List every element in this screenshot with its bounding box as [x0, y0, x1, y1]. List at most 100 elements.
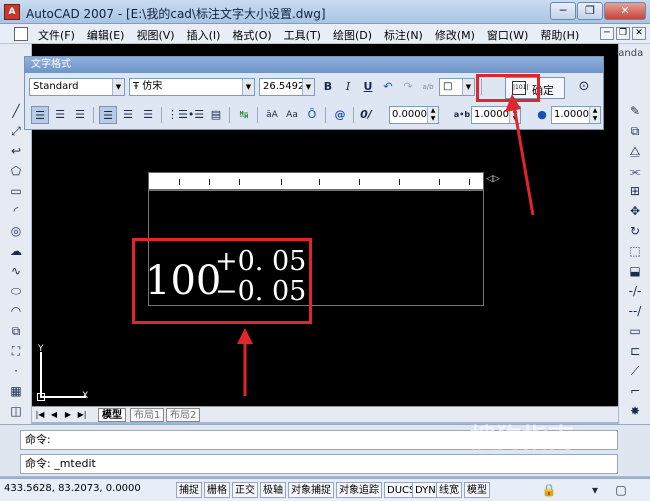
stack-icon[interactable]: a/b [419, 78, 437, 96]
bullet-list-icon[interactable]: •☰ [187, 106, 205, 124]
text-height-select[interactable]: 26.5492 ▼ [259, 78, 315, 96]
text-style-select[interactable]: Standard ▼ [29, 78, 125, 96]
tracking-input[interactable]: 1.0000 ▲ ▼ [471, 106, 521, 124]
ortho-toggle[interactable]: 正交 [232, 482, 258, 498]
grid-toggle[interactable]: 栅格 [204, 482, 230, 498]
erase-icon[interactable]: ✎ [626, 102, 644, 120]
tab-layout1[interactable]: 布局1 [130, 408, 165, 422]
bold-button[interactable]: B [319, 78, 337, 96]
polyline-icon[interactable]: ↩ [7, 142, 25, 160]
snap-toggle[interactable]: 捕捉 [176, 482, 202, 498]
first-tab-icon[interactable]: |◀ [34, 409, 46, 421]
communication-center-icon[interactable]: 🔒 [540, 481, 558, 499]
spline-icon[interactable]: ∿ [7, 262, 25, 280]
text-formatting-title[interactable]: 文字格式 [25, 57, 603, 73]
options-icon[interactable]: ⊙ [575, 78, 593, 96]
overline-icon[interactable]: Ō [303, 106, 321, 124]
lineweight-toggle[interactable]: 线宽 [436, 482, 462, 498]
toolbar-lock-icon[interactable]: ▾ [586, 481, 604, 499]
move-icon[interactable]: ✥ [626, 202, 644, 220]
hatch-icon[interactable]: ▦ [7, 382, 25, 400]
doc-close-button[interactable]: ✕ [632, 27, 646, 40]
menu-file[interactable]: 文件(F) [32, 27, 81, 43]
join-icon[interactable]: ⊏ [626, 342, 644, 360]
italic-button[interactable]: I [339, 78, 357, 96]
circle-icon[interactable]: ◎ [7, 222, 25, 240]
fillet-icon[interactable]: ⌐ [626, 382, 644, 400]
array-icon[interactable]: ⊞ [626, 182, 644, 200]
rectangle-icon[interactable]: ▭ [7, 182, 25, 200]
rotate-icon[interactable]: ↻ [626, 222, 644, 240]
menu-edit[interactable]: 编辑(E) [81, 27, 131, 43]
clean-screen-icon[interactable]: ▢ [612, 481, 630, 499]
align-right-icon[interactable]: ☰ [71, 106, 89, 124]
line-icon[interactable]: ╱ [7, 102, 25, 120]
ellipse-arc-icon[interactable]: ◠ [7, 302, 25, 320]
scale-icon[interactable]: ⬚ [626, 242, 644, 260]
minimize-button[interactable]: ─ [550, 2, 576, 20]
restore-button[interactable]: ❐ [577, 2, 603, 20]
prev-tab-icon[interactable]: ◀ [48, 409, 60, 421]
osnap-toggle[interactable]: 对象捕捉 [288, 482, 334, 498]
mirror-icon[interactable]: ⧋ [626, 142, 644, 160]
doc-restore-button[interactable]: ❐ [616, 27, 630, 40]
mtext-ruler[interactable] [148, 172, 484, 190]
trim-icon[interactable]: -/- [626, 282, 644, 300]
color-select[interactable]: □ ▼ [439, 78, 475, 96]
numbered-list-icon[interactable]: ⋮☰ [167, 106, 188, 124]
font-select[interactable]: Ŧ 仿宋 ▼ [129, 78, 255, 96]
align-center-icon[interactable]: ☰ [51, 106, 69, 124]
ruler-resize-icon[interactable]: ◁▷ [486, 174, 500, 184]
oblique-angle-input[interactable]: 0.0000 ▲ ▼ [389, 106, 439, 124]
doc-minimize-button[interactable]: ─ [600, 27, 614, 40]
construction-line-icon[interactable]: ⤢ [7, 122, 25, 140]
undo-icon[interactable]: ↶ [379, 78, 397, 96]
extend-icon[interactable]: --/ [626, 302, 644, 320]
explode-icon[interactable]: ✸ [626, 402, 644, 420]
insert-field-icon[interactable]: ↹ [235, 106, 253, 124]
justify-middle-icon[interactable]: ☰ [119, 106, 137, 124]
spinner-arrows-icon[interactable]: ▲ ▼ [589, 107, 600, 123]
next-tab-icon[interactable]: ▶ [62, 409, 74, 421]
justify-top-icon[interactable]: ☰ [99, 106, 117, 124]
polygon-icon[interactable]: ⬠ [7, 162, 25, 180]
tab-model[interactable]: 模型 [98, 408, 126, 422]
menu-window[interactable]: 窗口(W) [481, 27, 534, 43]
dyn-toggle[interactable]: DYN [412, 482, 439, 498]
justify-bottom-icon[interactable]: ☰ [139, 106, 157, 124]
otrack-toggle[interactable]: 对象追踪 [336, 482, 382, 498]
letter-list-icon[interactable]: ▤ [207, 106, 225, 124]
menu-modify[interactable]: 修改(M) [429, 27, 481, 43]
spinner-arrows-icon[interactable]: ▲ ▼ [427, 107, 438, 123]
point-icon[interactable]: · [7, 362, 25, 380]
last-tab-icon[interactable]: ▶| [76, 409, 88, 421]
redo-icon[interactable]: ↷ [399, 78, 417, 96]
document-icon[interactable] [14, 27, 28, 41]
stretch-icon[interactable]: ⬓ [626, 262, 644, 280]
spinner-arrows-icon[interactable]: ▲ ▼ [509, 107, 520, 123]
arc-icon[interactable]: ◜ [7, 202, 25, 220]
insert-block-icon[interactable]: ⧉ [7, 322, 25, 340]
menu-dimension[interactable]: 标注(N) [378, 27, 429, 43]
model-toggle[interactable]: 模型 [464, 482, 490, 498]
chamfer-icon[interactable]: ⟋ [626, 362, 644, 380]
copy-icon[interactable]: ⧉ [626, 122, 644, 140]
uppercase-icon[interactable]: āA [263, 106, 281, 124]
make-block-icon[interactable]: ⛶ [7, 342, 25, 360]
align-left-icon[interactable]: ☰ [31, 106, 49, 124]
symbol-icon[interactable]: @ [331, 106, 349, 124]
region-icon[interactable]: ◫ [7, 402, 25, 420]
width-factor-input[interactable]: 1.0000 ▲ ▼ [551, 106, 601, 124]
menu-tools[interactable]: 工具(T) [278, 27, 327, 43]
polar-toggle[interactable]: 极轴 [260, 482, 286, 498]
menu-help[interactable]: 帮助(H) [534, 27, 585, 43]
underline-button[interactable]: U [359, 78, 377, 96]
menu-view[interactable]: 视图(V) [130, 27, 180, 43]
menu-format[interactable]: 格式(O) [226, 27, 277, 43]
menu-insert[interactable]: 插入(I) [181, 27, 227, 43]
ellipse-icon[interactable]: ⬭ [7, 282, 25, 300]
lowercase-icon[interactable]: Aa [283, 106, 301, 124]
revcloud-icon[interactable]: ☁ [7, 242, 25, 260]
close-button[interactable]: ✕ [604, 2, 646, 20]
tab-layout2[interactable]: 布局2 [166, 408, 201, 422]
